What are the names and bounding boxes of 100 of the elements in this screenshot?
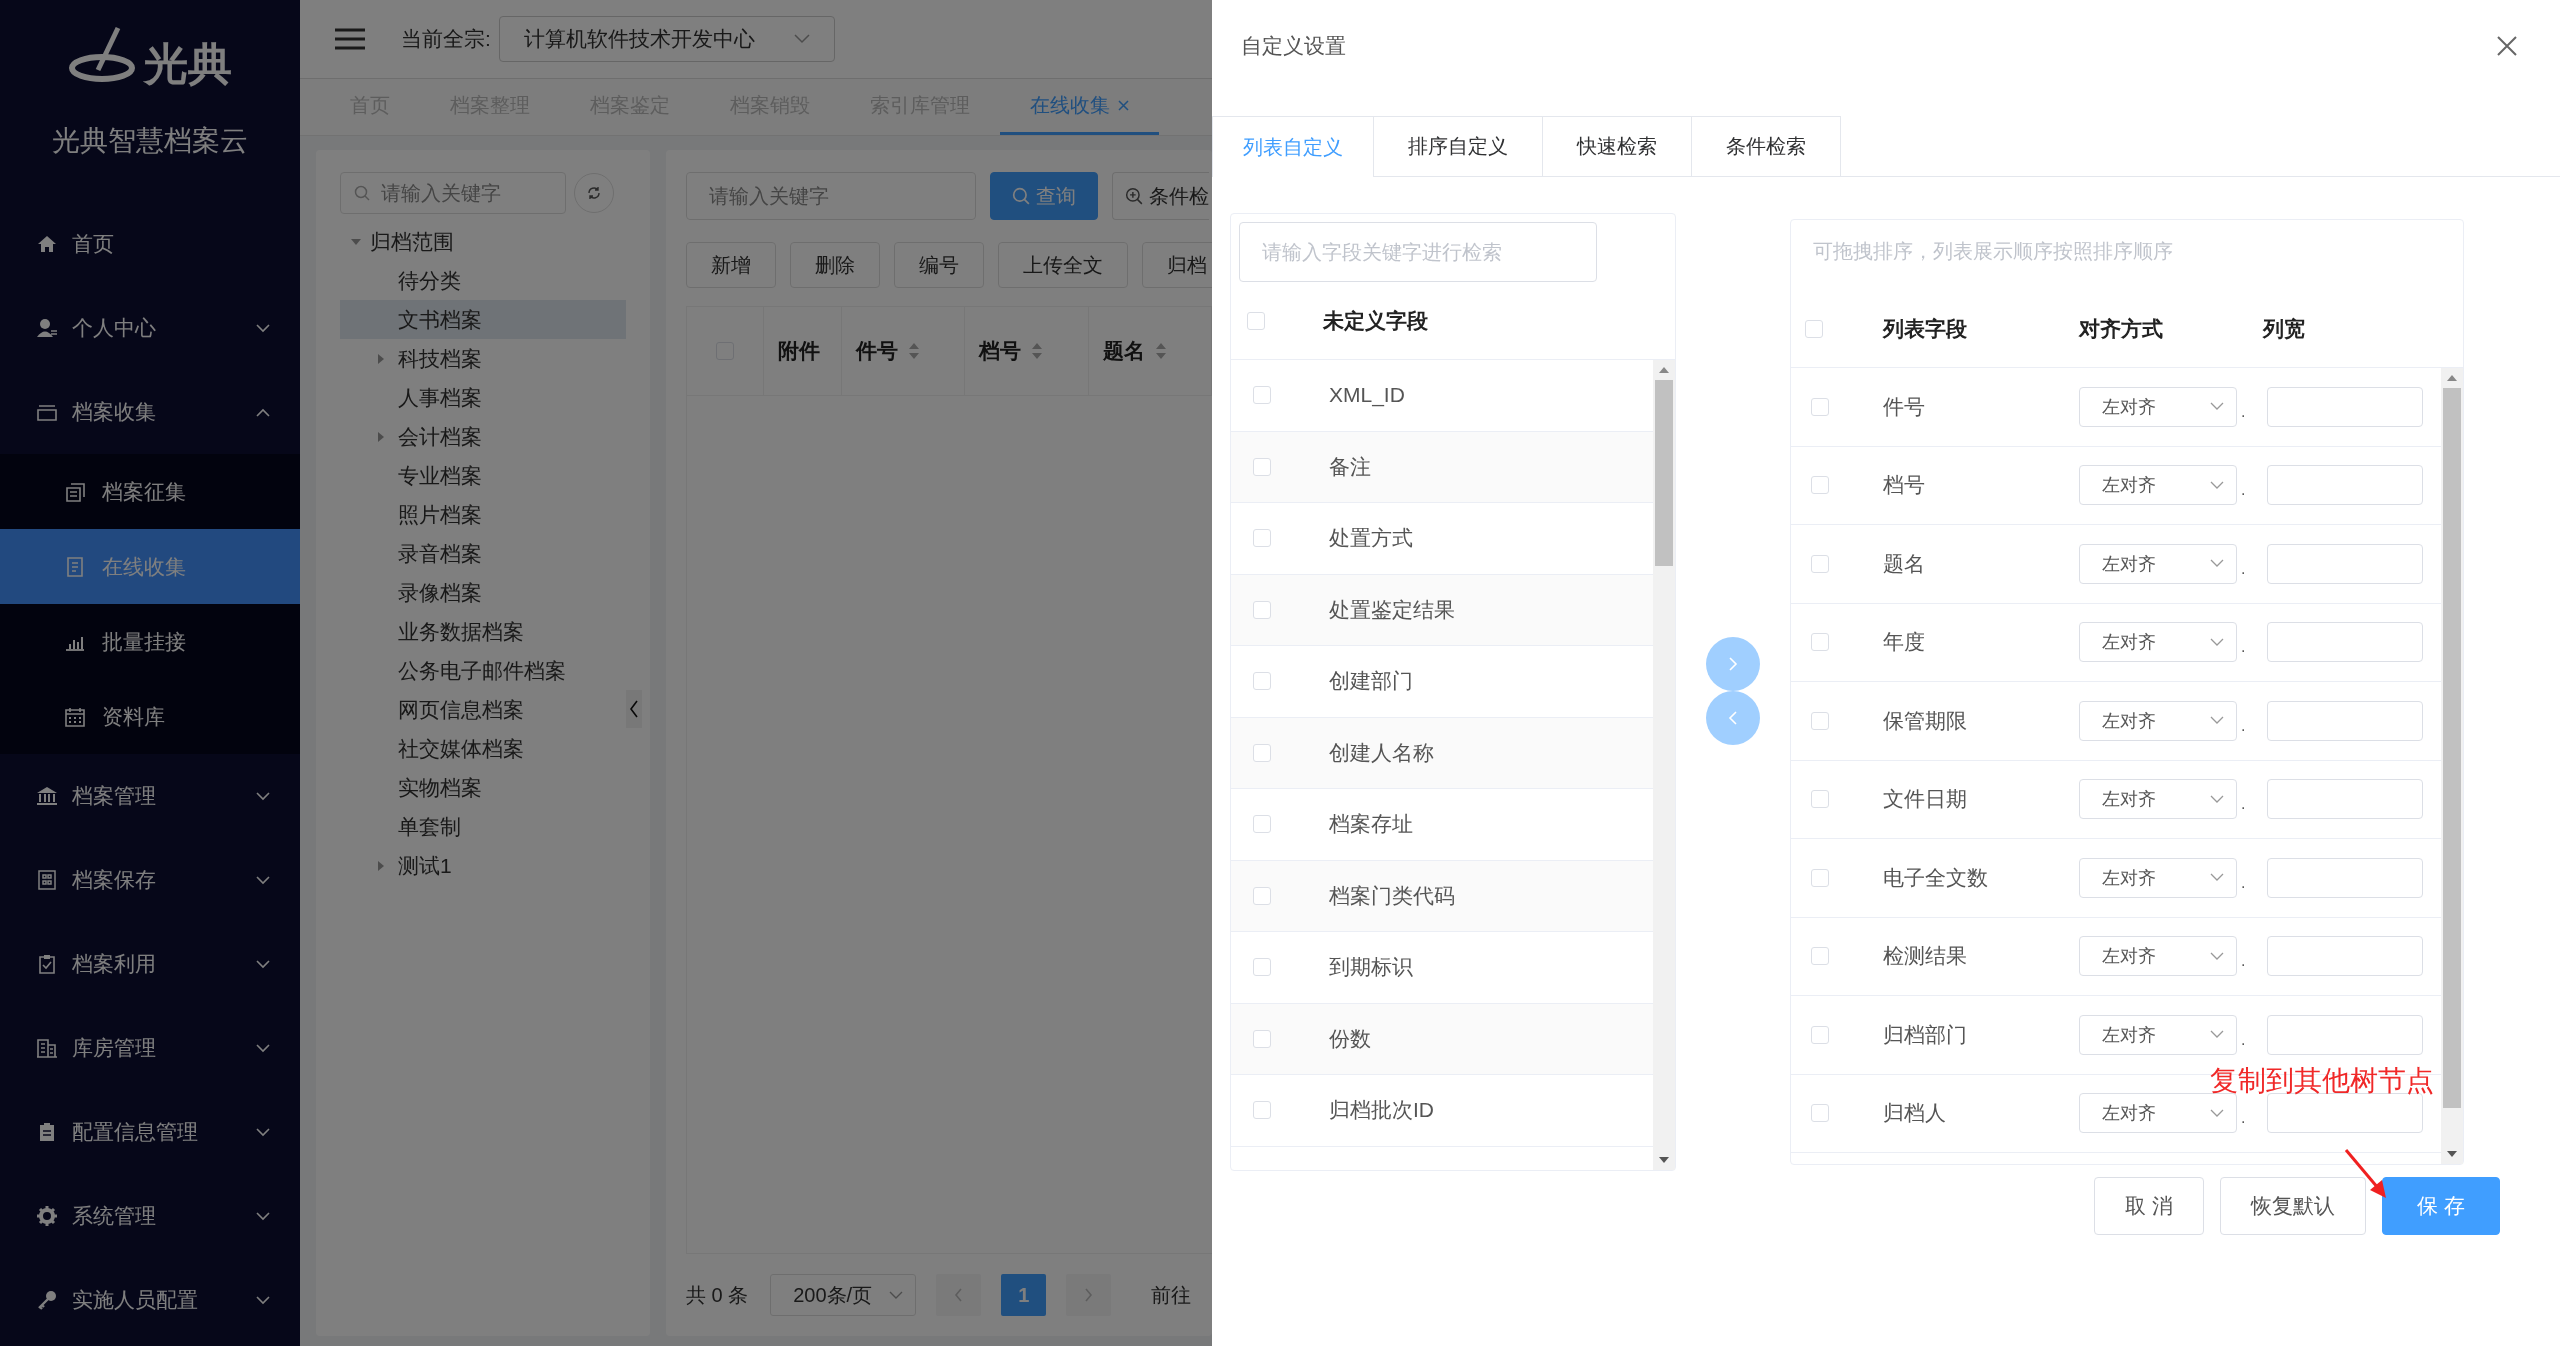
column-header[interactable]: 件号 (841, 307, 966, 395)
tree-node[interactable]: 科技档案 (340, 339, 626, 378)
scrollbar[interactable] (2441, 368, 2463, 1164)
menu-icon[interactable] (335, 28, 365, 50)
checkbox[interactable] (1811, 868, 1829, 887)
checkbox[interactable] (1253, 1101, 1271, 1120)
tree-node[interactable]: 实物档案 (340, 768, 626, 807)
action-button[interactable]: 归档 (1142, 242, 1212, 288)
checkbox[interactable] (1253, 886, 1271, 905)
menu-item[interactable]: 系统管理 (0, 1174, 300, 1258)
scrollbar-thumb[interactable] (2443, 388, 2461, 1108)
width-input[interactable] (2267, 1093, 2423, 1134)
tree-node[interactable]: 会计档案 (340, 417, 626, 456)
action-button[interactable]: 新增 (686, 242, 776, 288)
checkbox[interactable] (1811, 476, 1829, 495)
width-input[interactable] (2267, 857, 2423, 898)
field-row[interactable]: 备注 (1231, 431, 1653, 503)
tree-node[interactable]: 业务数据档案 (340, 612, 626, 651)
checkbox[interactable] (1253, 600, 1271, 619)
width-input[interactable] (2267, 1014, 2423, 1055)
settings-tab[interactable]: 快速检索 (1543, 116, 1692, 176)
tree-node[interactable]: 网页信息档案 (340, 690, 626, 729)
tree-node[interactable]: 文书档案 (340, 300, 626, 339)
search-field[interactable]: 请输入字段关键字进行检索 (1239, 222, 1597, 282)
menu-item[interactable]: 档案利用 (0, 922, 300, 1006)
scroll-up-icon[interactable] (1658, 366, 1670, 374)
close-icon[interactable] (2496, 35, 2518, 57)
tree-node[interactable]: 公务电子邮件档案 (340, 651, 626, 690)
field-row[interactable]: 档案门类代码 (1231, 860, 1653, 932)
tree-node[interactable]: 待分类 (340, 261, 626, 300)
scrollbar-thumb[interactable] (1655, 380, 1673, 566)
footer-button[interactable]: 取 消 (2094, 1177, 2205, 1235)
checkbox[interactable] (1811, 1025, 1829, 1044)
checkbox[interactable] (1811, 790, 1829, 809)
submenu-item[interactable]: 档案征集 (0, 454, 300, 529)
menu-item[interactable]: 配置信息管理 (0, 1090, 300, 1174)
align-select[interactable]: 左对齐 (2079, 622, 2237, 663)
collapse-handle[interactable] (626, 690, 642, 728)
align-select[interactable]: 左对齐 (2079, 779, 2237, 820)
field-row[interactable]: 创建人名称 (1231, 717, 1653, 789)
footer-button[interactable]: 恢复默认 (2220, 1177, 2367, 1235)
align-select[interactable]: 左对齐 (2079, 700, 2237, 741)
checkbox[interactable] (1811, 397, 1829, 416)
settings-tab[interactable]: 条件检索 (1692, 116, 1841, 176)
move-right-button[interactable] (1706, 637, 1760, 691)
align-select[interactable]: 左对齐 (2079, 1093, 2237, 1134)
search-field[interactable]: 请输入关键字 (340, 172, 566, 214)
field-row[interactable]: 处置鉴定结果 (1231, 574, 1653, 646)
checkbox[interactable] (1253, 815, 1271, 834)
checkbox[interactable] (1811, 947, 1829, 966)
checkbox[interactable] (1811, 633, 1829, 652)
menu-item[interactable]: 首页 (0, 202, 300, 286)
tree-node[interactable]: 归档范围 (340, 222, 650, 261)
align-select[interactable]: 左对齐 (2079, 1014, 2237, 1055)
checkbox[interactable] (1253, 457, 1271, 476)
tree-node[interactable]: 人事档案 (340, 378, 626, 417)
refresh-button[interactable] (574, 173, 614, 213)
menu-item[interactable]: 档案管理 (0, 754, 300, 838)
submenu-item[interactable]: 资料库 (0, 679, 300, 754)
move-left-button[interactable] (1706, 691, 1760, 745)
action-button[interactable]: 上传全文 (998, 242, 1128, 288)
action-button[interactable]: 删除 (790, 242, 880, 288)
checkbox[interactable] (1805, 319, 1823, 338)
align-select[interactable]: 左对齐 (2079, 543, 2237, 584)
save-button[interactable]: 保 存 (2382, 1177, 2500, 1235)
width-input[interactable] (2267, 386, 2423, 427)
width-input[interactable] (2267, 936, 2423, 977)
checkbox[interactable] (1811, 711, 1829, 730)
settings-tab[interactable]: 列表自定义 (1212, 116, 1374, 177)
menu-item[interactable]: 实施人员配置 (0, 1258, 300, 1342)
checkbox[interactable] (1253, 672, 1271, 691)
align-select[interactable]: 左对齐 (2079, 386, 2237, 427)
align-select[interactable]: 左对齐 (2079, 465, 2237, 506)
fonds-select[interactable]: 计算机软件技术开发中心 (498, 16, 835, 62)
submenu-item[interactable]: 批量挂接 (0, 604, 300, 679)
page-size-select[interactable]: 200条/页 (770, 1274, 917, 1316)
menu-item[interactable]: 库房管理 (0, 1006, 300, 1090)
settings-tab[interactable]: 排序自定义 (1374, 116, 1543, 176)
checkbox[interactable] (1253, 743, 1271, 762)
tree-node[interactable]: 录像档案 (340, 573, 626, 612)
width-input[interactable] (2267, 465, 2423, 506)
checkbox[interactable] (1253, 386, 1271, 405)
column-header[interactable]: 档号 (965, 307, 1089, 395)
prev-page-button[interactable] (936, 1274, 982, 1316)
scrollbar[interactable] (1653, 360, 1675, 1170)
tree-node[interactable]: 测试1 (340, 846, 626, 885)
search-field[interactable]: 请输入关键字 (686, 172, 976, 220)
column-header[interactable]: 附件 (764, 307, 842, 395)
align-select[interactable]: 左对齐 (2079, 936, 2237, 977)
checkbox[interactable] (1811, 1104, 1829, 1123)
checkbox[interactable] (1247, 311, 1265, 330)
field-row[interactable]: 份数 (1231, 1003, 1653, 1075)
align-select[interactable]: 左对齐 (2079, 857, 2237, 898)
tree-node[interactable]: 照片档案 (340, 495, 626, 534)
tree-node[interactable]: 社交媒体档案 (340, 729, 626, 768)
tree-node[interactable]: 专业档案 (340, 456, 626, 495)
checkbox[interactable] (1811, 554, 1829, 573)
checkbox[interactable] (1253, 958, 1271, 977)
menu-item[interactable]: 档案收集 (0, 370, 300, 454)
next-page-button[interactable] (1066, 1274, 1112, 1316)
